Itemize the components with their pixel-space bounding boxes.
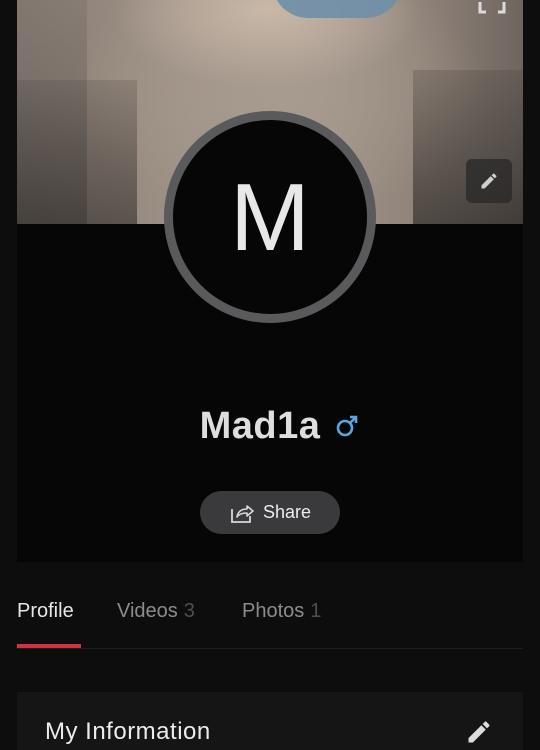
tab-videos-label: Videos (117, 600, 178, 622)
male-symbol-icon (337, 415, 358, 437)
profile-name: Mad1a (199, 404, 321, 447)
my-information-section: My Information (17, 692, 523, 750)
pencil-icon[interactable] (465, 718, 493, 746)
avatar-letter: M (230, 164, 310, 271)
active-tab-indicator (17, 644, 81, 648)
tab-photos-label: Photos (242, 600, 305, 622)
avatar-inner: M (173, 120, 367, 314)
tab-videos-count: 3 (183, 600, 195, 622)
name-row: Mad1a (0, 400, 540, 452)
tab-photos-count: 1 (310, 600, 322, 622)
tab-videos[interactable]: Videos 3 (117, 600, 195, 623)
cover-mask-region (272, 0, 402, 18)
avatar[interactable]: M (164, 111, 376, 323)
cover-shadow-left (17, 80, 137, 224)
pencil-icon (481, 173, 497, 189)
profile-tabs: Profile Videos 3 Photos 1 (17, 590, 523, 649)
tab-profile-label: Profile (17, 600, 74, 622)
tab-profile[interactable]: Profile (17, 600, 74, 623)
profile-page: M Mad1a Share Profile Videos 3 Photos 1 My… (0, 0, 540, 750)
share-button[interactable]: Share (200, 491, 340, 534)
tab-photos[interactable]: Photos 1 (242, 600, 321, 623)
share-label: Share (262, 502, 312, 522)
edit-cover-button[interactable] (466, 159, 512, 203)
share-icon (231, 504, 254, 523)
expand-icon[interactable] (476, 0, 508, 16)
section-title: My Information (45, 718, 211, 745)
